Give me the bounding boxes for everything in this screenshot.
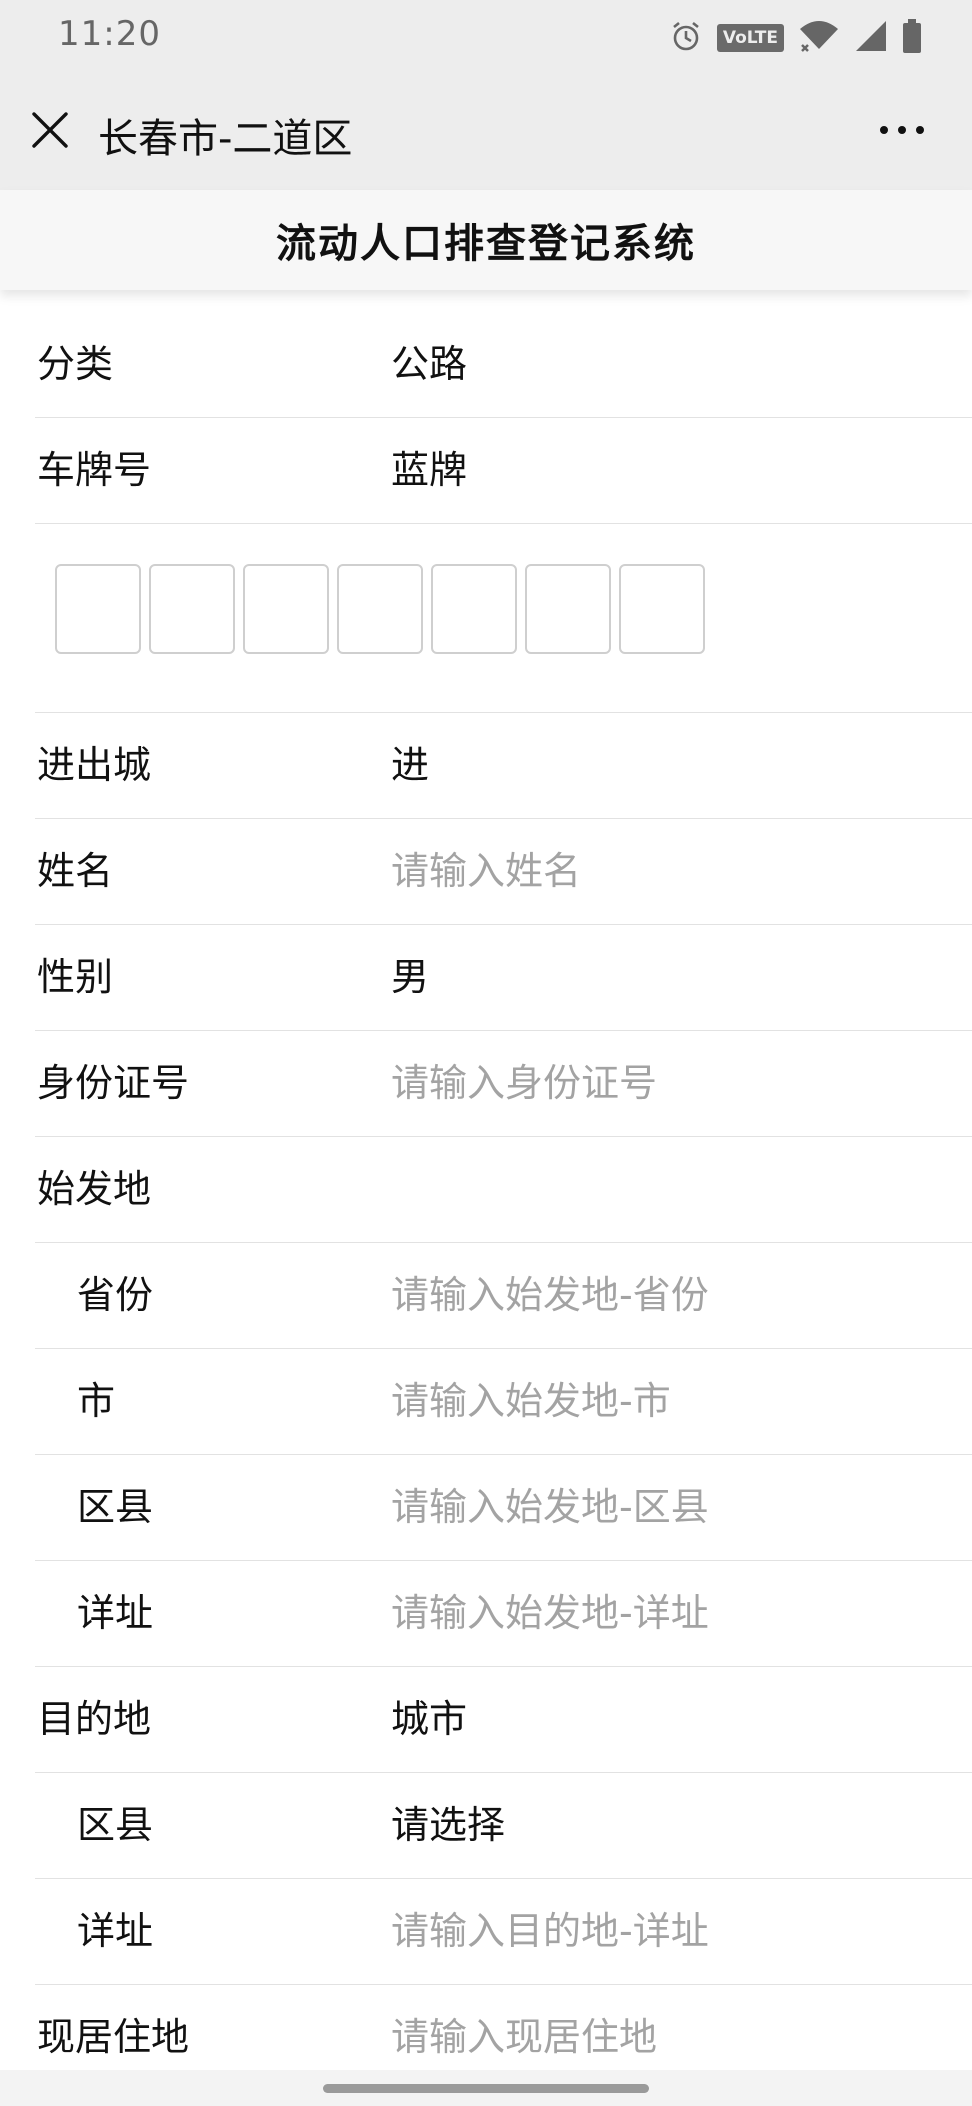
plate-type-row[interactable]: 车牌号 蓝牌	[35, 418, 972, 524]
gender-label: 性别	[37, 955, 114, 999]
origin-province-row: 省份	[35, 1243, 972, 1349]
origin-row: 始发地	[35, 1137, 972, 1243]
plate-char-box-7[interactable]	[619, 564, 705, 654]
gesture-bar	[0, 2070, 972, 2106]
plate-char-box-5[interactable]	[431, 564, 517, 654]
category-label: 分类	[37, 342, 114, 386]
destination-district-row[interactable]: 区县 请选择	[35, 1773, 972, 1879]
origin-province-input[interactable]	[391, 1243, 951, 1348]
destination-district-select[interactable]: 请选择	[391, 1773, 505, 1878]
plate-type-select[interactable]: 蓝牌	[391, 418, 467, 523]
status-bar: 11:20 VoLTE	[0, 0, 972, 72]
destination-detail-input[interactable]	[391, 1879, 951, 1984]
direction-select[interactable]: 进	[391, 713, 429, 818]
plate-char-box-1[interactable]	[55, 564, 141, 654]
page-title: 流动人口排查登记系统	[276, 221, 696, 267]
plate-char-box-6[interactable]	[525, 564, 611, 654]
origin-province-label: 省份	[77, 1273, 154, 1317]
origin-label: 始发地	[37, 1167, 152, 1211]
id-number-label: 身份证号	[37, 1061, 190, 1105]
origin-city-label: 市	[77, 1379, 116, 1423]
destination-row[interactable]: 目的地 城市	[35, 1667, 972, 1773]
origin-detail-label: 详址	[77, 1591, 154, 1635]
origin-city-input[interactable]	[391, 1349, 951, 1454]
name-label: 姓名	[37, 849, 114, 893]
battery-icon	[902, 18, 922, 58]
gender-row[interactable]: 性别 男	[35, 925, 972, 1031]
close-icon	[32, 112, 68, 148]
registration-form: 分类 公路 车牌号 蓝牌 进出城 进 姓名 请输入姓名 性别 男 身份证号 请输…	[0, 312, 972, 2091]
direction-label: 进出城	[37, 743, 152, 787]
page-header: 流动人口排查登记系统	[0, 190, 972, 290]
gender-select[interactable]: 男	[391, 925, 429, 1030]
nav-bar: 长春市-二道区	[0, 72, 972, 190]
category-row[interactable]: 分类 公路	[35, 312, 972, 418]
id-number-input[interactable]	[391, 1031, 951, 1136]
more-button[interactable]	[872, 108, 932, 152]
volte-icon: VoLTE	[716, 24, 784, 52]
status-time: 11:20	[58, 14, 161, 54]
cellular-signal-icon	[854, 19, 888, 57]
origin-city-row: 市	[35, 1349, 972, 1455]
origin-district-label: 区县	[77, 1485, 154, 1529]
home-indicator[interactable]	[323, 2084, 649, 2093]
status-icons: VoLTE	[669, 18, 922, 58]
screen: 11:20 VoLTE 长春市-二道区 流动人口排查登记系统 分类 公路 车牌号…	[0, 0, 972, 2106]
origin-district-row: 区县	[35, 1455, 972, 1561]
nav-title: 长春市-二道区	[98, 116, 353, 162]
plate-char-box-3[interactable]	[243, 564, 329, 654]
destination-select[interactable]: 城市	[391, 1667, 467, 1772]
name-input[interactable]	[391, 819, 951, 924]
close-button[interactable]	[24, 104, 76, 156]
origin-district-input[interactable]	[391, 1455, 951, 1560]
category-select[interactable]: 公路	[391, 312, 467, 417]
origin-detail-input[interactable]	[391, 1561, 951, 1666]
destination-detail-row: 详址	[35, 1879, 972, 1985]
destination-detail-label: 详址	[77, 1909, 154, 1953]
name-row: 姓名	[35, 819, 972, 925]
destination-label: 目的地	[37, 1697, 152, 1741]
plate-number-row	[35, 524, 972, 713]
plate-type-label: 车牌号	[37, 448, 152, 492]
plate-number-boxes	[55, 564, 713, 654]
direction-row[interactable]: 进出城 进	[35, 713, 972, 819]
plate-char-box-4[interactable]	[337, 564, 423, 654]
plate-char-box-2[interactable]	[149, 564, 235, 654]
id-number-row: 身份证号	[35, 1031, 972, 1137]
alarm-icon	[669, 19, 703, 57]
more-dots-icon	[880, 126, 924, 134]
destination-district-label: 区县	[77, 1803, 154, 1847]
wifi-icon	[798, 19, 840, 57]
origin-detail-row: 详址	[35, 1561, 972, 1667]
